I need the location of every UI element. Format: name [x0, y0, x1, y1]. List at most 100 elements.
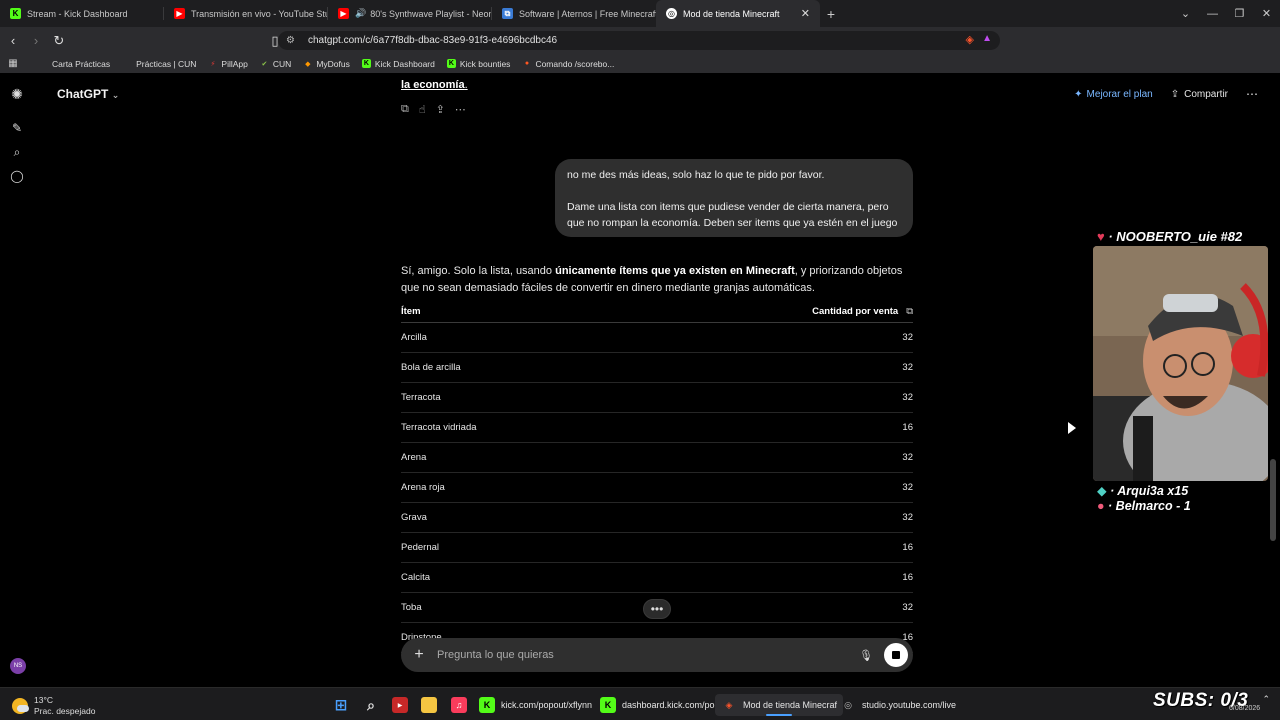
tab-kick-dashboard[interactable]: K Stream - Kick Dashboard — [0, 0, 164, 27]
back-icon[interactable]: ‹ — [3, 33, 23, 48]
more-options-icon[interactable]: ⋯ — [1246, 87, 1258, 101]
composer: + Pregunta lo que quieras 🎙 — [401, 638, 913, 672]
stop-generating-button[interactable] — [884, 643, 908, 667]
cell-quantity: 16 — [902, 422, 913, 433]
weather-widget[interactable]: 13°C Prac. despejado — [12, 695, 95, 717]
youtube-icon: ▶ — [174, 8, 185, 19]
folder-icon — [421, 697, 437, 713]
close-window-icon[interactable]: ✕ — [1253, 7, 1280, 20]
start-button[interactable]: ⊞ — [333, 694, 349, 716]
taskbar-item-youtube-studio[interactable]: ◎ studio.youtube.com/live — [840, 694, 956, 716]
cell-item: Terracota — [401, 392, 441, 403]
music-icon: ♫ — [451, 697, 467, 713]
partly-cloudy-icon — [12, 698, 29, 714]
table-row: Arena 32 — [401, 443, 913, 473]
aternos-icon: ⧉ — [502, 8, 513, 19]
tab-aternos[interactable]: ⧉ Software | Aternos | Free Minecraft Se — [492, 0, 656, 27]
clock-date: 6/08/2026 — [1229, 705, 1261, 712]
tab-title: Mod de tienda Minecraft — [683, 8, 780, 19]
table-row: Arcilla 32 — [401, 323, 913, 353]
tab-title: Stream - Kick Dashboard — [27, 8, 128, 19]
tab-synthwave-playlist[interactable]: ▶ 🔊 80's Synthwave Playlist - Neon Sk — [328, 0, 492, 27]
bookmark-mydofus[interactable]: ◆ MyDofus — [303, 59, 350, 69]
address-bar[interactable]: ⚙ chatgpt.com/c/6a77f8db-dbac-83e9-91f3-… — [278, 31, 1000, 50]
share-message-icon[interactable]: ⇪ — [436, 103, 445, 116]
avatar[interactable]: NS — [10, 658, 26, 674]
kick-icon: K — [361, 59, 371, 68]
media-player-icon: ▶ — [392, 697, 408, 713]
kick-icon: K — [446, 59, 456, 68]
chevron-up-icon[interactable]: ⌃ — [1262, 694, 1270, 705]
reload-icon[interactable]: ↻ — [49, 33, 69, 49]
kick-icon: K — [600, 697, 616, 713]
bookmark-kick-bounties[interactable]: K Kick bounties — [446, 59, 510, 69]
search-icon[interactable]: ⌕ — [10, 145, 24, 159]
stop-icon — [892, 651, 900, 659]
new-chat-icon[interactable]: ✎ — [10, 121, 24, 135]
brave-icon: ◈ — [725, 699, 733, 710]
scrollbar[interactable] — [1270, 459, 1276, 541]
url-text: chatgpt.com/c/6a77f8db-dbac-83e9-91f3-e4… — [308, 35, 558, 46]
tab-youtube-studio[interactable]: ▶ Transmisión en vivo - YouTube Studio — [164, 0, 328, 27]
taskbar-item-kick-dashboard[interactable]: K dashboard.kick.com/po — [600, 694, 715, 716]
column-header-quantity: Cantidad por venta — [812, 306, 899, 317]
user-message-bubble: no me des más ideas, solo haz lo que te … — [555, 159, 913, 237]
forward-icon[interactable]: › — [26, 33, 46, 48]
bookmark-pillapp[interactable]: ⚡ PillApp — [208, 59, 247, 69]
user-message-line: no me des más ideas, solo haz lo que te … — [567, 169, 825, 181]
copy-table-icon[interactable]: ⧉ — [906, 306, 913, 317]
more-icon[interactable]: ⋯ — [455, 103, 466, 116]
speaker-icon[interactable]: 🔊 — [355, 8, 366, 19]
chats-icon[interactable]: ◯ — [10, 169, 24, 183]
maximize-icon[interactable]: ❐ — [1226, 7, 1253, 20]
upgrade-plan-button[interactable]: ✦ Mejorar el plan — [1074, 89, 1153, 100]
taskbar-item-kick-popout[interactable]: K kick.com/popout/xflynn — [479, 694, 592, 716]
overlay-top-name: ♥ · NOOBERTO_uie #82 — [1097, 229, 1243, 244]
table-row: Calcita 16 — [401, 563, 913, 593]
rewards-icon[interactable]: ▲ — [982, 33, 992, 44]
apps-grid-icon[interactable]: ▦ — [0, 58, 26, 69]
taskbar-music-app[interactable]: ♫ — [451, 694, 467, 716]
share-button[interactable]: ⇪ Compartir — [1171, 89, 1228, 100]
copy-icon[interactable]: ⧉ — [401, 103, 409, 116]
bookmark-carta-practicas[interactable]: Carta Prácticas — [52, 59, 110, 69]
cell-item: Bola de arcilla — [401, 362, 461, 373]
feedback-icon[interactable]: ☝ — [419, 103, 426, 116]
site-settings-icon[interactable]: ⚙ — [286, 35, 298, 46]
taskbar-app-player[interactable]: ▶ — [392, 694, 408, 716]
chevron-down-icon: ⌄ — [111, 90, 120, 100]
scroll-more-button[interactable]: ••• — [643, 599, 671, 619]
minimize-icon[interactable]: — — [1199, 8, 1226, 20]
windows-taskbar: 13°C Prac. despejado ⊞ ⌕ ▶ ♫ K kick.com/… — [0, 687, 1280, 720]
bookmark-cun[interactable]: ✔ CUN — [260, 59, 291, 69]
bookmark-practicas-cun[interactable]: Prácticas | CUN — [136, 59, 196, 69]
brave-shield-icon[interactable]: ◈ — [966, 33, 974, 46]
cell-quantity: 32 — [902, 482, 913, 493]
tab-title: Software | Aternos | Free Minecraft Se — [519, 8, 656, 19]
browser-icon: ◎ — [844, 699, 852, 710]
prompt-input[interactable]: Pregunta lo que quieras — [437, 649, 856, 661]
new-tab-icon[interactable]: + — [820, 6, 842, 22]
taskbar-search-button[interactable]: ⌕ — [363, 694, 379, 716]
cell-item: Terracota vidriada — [401, 422, 477, 433]
table-row: Arena roja 32 — [401, 473, 913, 503]
taskbar-item-chatgpt[interactable]: ◈ Mod de tienda Minecraf — [715, 694, 844, 716]
microphone-icon[interactable]: 🎙 — [856, 649, 876, 662]
table-row: Bola de arcilla 32 — [401, 353, 913, 383]
system-tray: ⌃ — [1262, 694, 1270, 705]
diamond-icon: ◆ — [1097, 484, 1107, 498]
close-tab-icon[interactable]: ✕ — [801, 7, 810, 20]
reddit-icon: ● — [524, 60, 530, 67]
cell-quantity: 16 — [902, 542, 913, 553]
taskbar-file-explorer[interactable] — [421, 694, 437, 716]
model-selector[interactable]: ChatGPT ⌄ — [57, 87, 119, 101]
bookmark-comando-scoreboard[interactable]: ● Comando /scorebo... — [522, 59, 615, 69]
ellipsis-icon: ••• — [650, 602, 664, 616]
webcam-feed — [1093, 246, 1268, 481]
bookmark-kick-dashboard[interactable]: K Kick Dashboard — [361, 59, 435, 69]
openai-logo-icon[interactable]: ✺ — [10, 86, 24, 102]
add-attachment-icon[interactable]: + — [401, 646, 437, 664]
table-row: Pedernal 16 — [401, 533, 913, 563]
tab-search-chevron-icon[interactable]: ⌄ — [1172, 7, 1199, 20]
tab-chatgpt-active[interactable]: ◎ Mod de tienda Minecraft ✕ — [656, 0, 820, 27]
